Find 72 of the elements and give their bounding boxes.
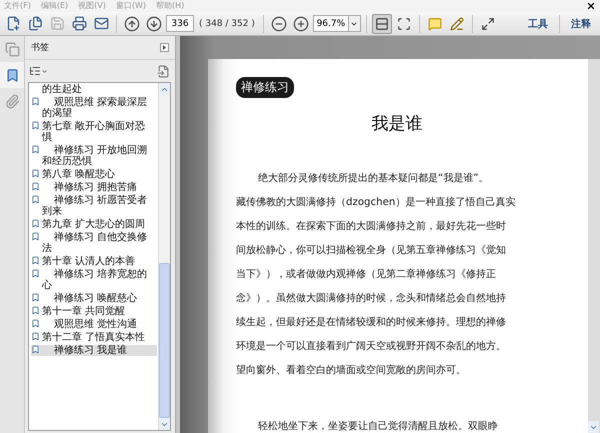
bookmark-icon: [31, 145, 40, 154]
bookmark-item[interactable]: 禅修练习 培养宽恕的心: [31, 269, 157, 291]
zoom-in-button[interactable]: [290, 14, 311, 34]
plus-icon: [292, 16, 309, 32]
triangle-icon: [162, 45, 167, 50]
bookmark-item[interactable]: 禅修练习 开放地回溯和经历恐惧: [31, 145, 157, 167]
bookmark-item[interactable]: 第十二章 了悟真实本性: [31, 332, 157, 343]
new-file-icon: [6, 16, 20, 31]
bookmark-item[interactable]: 的生起处: [31, 84, 157, 95]
body-text: 当下》），或者做做内观禅修（见第二章禅修练习《修持正: [236, 268, 497, 282]
tools-link[interactable]: 工具: [522, 16, 554, 30]
bookmark-item[interactable]: 第八章 唤醒悲心: [31, 169, 157, 180]
paperclip-icon: [4, 94, 20, 108]
bookmark-item[interactable]: 禅修练习 唤醒慈心: [31, 293, 157, 304]
bookmark-item[interactable]: 观照思维 觉性沟通: [31, 319, 157, 330]
list-icon: [29, 65, 41, 77]
bookmark-icon: [31, 121, 40, 130]
scroll-down-button[interactable]: [159, 418, 170, 430]
file-arrow-icon: [157, 64, 170, 78]
previous-page-button[interactable]: [122, 14, 142, 34]
body-text: 环境是一个可以直接看到广阔天空或视野开阔不杂乱的地方。: [236, 340, 507, 354]
close-icon: [586, 1, 596, 11]
body-text: 轻松地坐下来，坐姿要让自己觉得清醒且放松。双眼睁: [257, 420, 498, 433]
zoom-field[interactable]: 96.7%: [312, 15, 349, 32]
page-title: 我是谁: [370, 113, 424, 135]
scrollbar-thumb[interactable]: [159, 262, 170, 418]
bookmark-item[interactable]: 禅修练习 祈愿苦受者到来: [31, 195, 157, 217]
bookmark-icon: [4, 68, 20, 82]
options-button[interactable]: [29, 65, 48, 77]
body-text: 望向窗外、看着空白的墙面或空间宽敞的房间亦可。: [236, 364, 467, 378]
page-rows-icon: [374, 16, 389, 30]
pages-icon: [4, 42, 20, 56]
body-text: 续生起，但最好还是在情绪较缓和的时候来修持。理想的禅修: [236, 316, 507, 330]
bookmark-item[interactable]: 第十一章 共同觉醒: [31, 306, 157, 317]
comments-link[interactable]: 注释: [565, 16, 597, 30]
panel-title: 书签: [31, 42, 49, 54]
files-icon: [28, 16, 42, 31]
bookmark-item[interactable]: 禅修练习 拥抱苦痛: [31, 182, 157, 193]
expand-bookmark-button[interactable]: [157, 64, 170, 78]
body-text: 本性的训练。在探索下面的大圆满修持之前，最好先花一些时: [236, 220, 507, 234]
expand-arrows-icon: [480, 16, 495, 30]
speech-bubble-icon: [428, 16, 442, 30]
bookmark-icon: [31, 97, 40, 106]
fit-page-button[interactable]: [372, 14, 392, 34]
zoom-out-button[interactable]: [268, 14, 289, 34]
scroll-down-button[interactable]: [588, 421, 599, 433]
page-number-field[interactable]: 336: [166, 15, 194, 32]
save-icon: [50, 16, 64, 31]
bookmark-item[interactable]: 禅修练习 自他交换修法: [31, 232, 157, 254]
pencil-icon: [450, 16, 464, 30]
close-button[interactable]: [586, 1, 596, 11]
print-icon: [72, 16, 86, 31]
body-text: 念》）。虽然做大圆满修持的时候，念头和情绪总会自然地持: [236, 292, 507, 306]
frame-corners-icon: [396, 16, 411, 30]
section-badge: 禅修练习: [236, 77, 294, 98]
bookmark-item[interactable]: 第九章 扩大悲心的圆周: [31, 219, 157, 230]
bookmark-item[interactable]: 禅修练习 我是谁: [31, 345, 157, 356]
caret-icon: [41, 68, 48, 74]
bookmark-item[interactable]: 观照思维 探索最深层的渴望: [31, 97, 157, 119]
body-text: 绝大部分灵修传统所提出的基本疑问都是“我是谁”。: [257, 172, 490, 186]
minus-icon: [270, 16, 287, 32]
mail-icon: [94, 16, 108, 31]
page-count: ( 348 / 352 ): [199, 18, 255, 28]
body-text: 藏传佛教的大圆满修持（dzogchen）是一种直接了悟自己真实: [236, 196, 516, 210]
bookmarks-tab[interactable]: [0, 62, 24, 88]
next-page-button[interactable]: [144, 14, 164, 34]
bookmark-item[interactable]: 第十章 认清人的本善: [31, 256, 157, 267]
body-text: 间放松静心，你可以扫描检视全身（见第五章禅修练习《觉知: [236, 244, 507, 258]
scroll-up-button[interactable]: [159, 83, 170, 95]
dropdown-button[interactable]: [348, 15, 361, 32]
bookmark-item[interactable]: 第七章 敞开心胸面对恐惧: [31, 121, 157, 143]
collapse-button[interactable]: [160, 43, 169, 52]
